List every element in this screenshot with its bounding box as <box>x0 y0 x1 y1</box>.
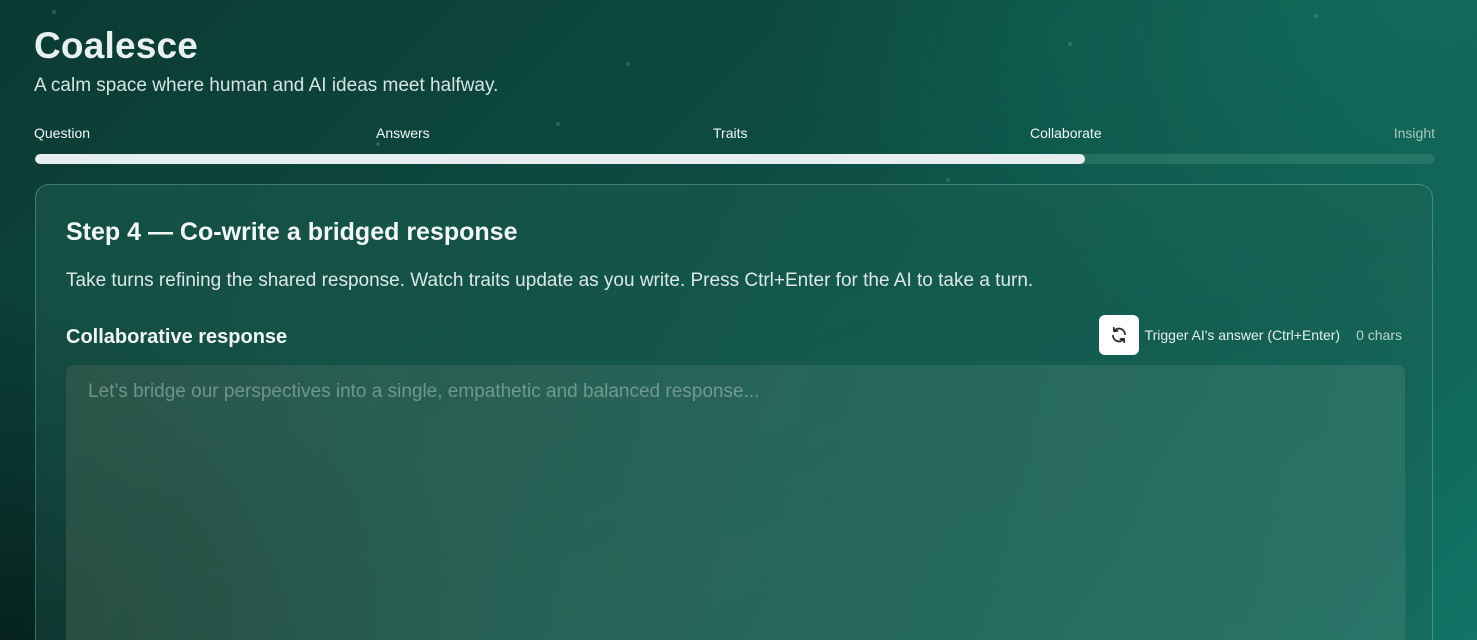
step-collaborate: Collaborate <box>1030 125 1102 141</box>
background-dot <box>1314 14 1318 18</box>
collaborative-response-input[interactable] <box>66 365 1405 640</box>
collaborative-response-label: Collaborative response <box>66 326 288 348</box>
app-header: Coalesce A calm space where human and AI… <box>34 24 498 98</box>
progress-bar-fill <box>35 154 1085 164</box>
refresh-icon <box>1110 326 1128 344</box>
background-dot <box>376 142 380 146</box>
step-traits: Traits <box>713 125 748 141</box>
step-answers: Answers <box>376 125 430 141</box>
step-question: Question <box>34 125 91 141</box>
step-indicator: Question Answers Traits Collaborate Insi… <box>34 124 1435 142</box>
progress-bar <box>35 154 1435 164</box>
trigger-ai-button[interactable] <box>1098 315 1139 355</box>
trigger-ai-label[interactable]: Trigger AI's answer (Ctrl+Enter) <box>1145 327 1341 343</box>
step-title: Step 4 — Co-write a bridged response <box>66 218 518 246</box>
background-dot <box>946 178 950 182</box>
step-insight: Insight <box>1393 125 1435 141</box>
app-subtitle: A calm space where human and AI ideas me… <box>34 75 499 96</box>
step-card: Step 4 — Co-write a bridged response Tak… <box>35 184 1433 640</box>
background-dot <box>1068 42 1072 46</box>
background-dot <box>626 62 630 66</box>
ai-trigger-group: Trigger AI's answer (Ctrl+Enter) 0 chars <box>1098 315 1402 355</box>
step-description: Take turns refining the shared response.… <box>66 270 1034 291</box>
app-title: Coalesce <box>34 25 199 66</box>
background-dot <box>52 10 56 14</box>
char-count: 0 chars <box>1356 327 1402 343</box>
